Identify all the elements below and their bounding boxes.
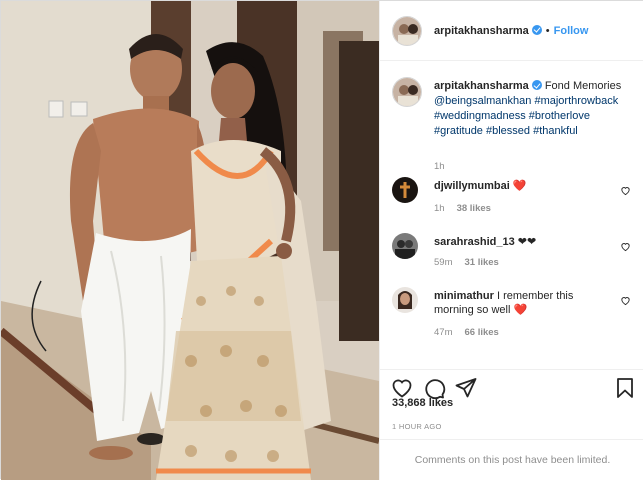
- comments-list[interactable]: arpitakhansharma Fond Memories @beingsal…: [380, 61, 643, 369]
- caption-time[interactable]: 1h: [434, 161, 445, 172]
- verified-badge-icon: [531, 80, 542, 90]
- comment-meta: 1h 38 likes: [434, 203, 491, 214]
- post-timestamp[interactable]: 1 HOUR AGO: [392, 422, 442, 431]
- comment-avatar-image: [392, 287, 418, 313]
- hashtag-link[interactable]: #thankful: [533, 125, 578, 137]
- hashtag-link[interactable]: #gratitude: [434, 125, 483, 137]
- comments-limited-notice: Comments on this post have been limited.: [380, 439, 643, 480]
- caption-text: Fond Memories: [544, 80, 622, 92]
- post-frame: arpitakhansharma • Follow arpitakhanshar…: [0, 0, 643, 480]
- comment-item: minimathur I remember this morning so we…: [392, 287, 637, 343]
- comment-username[interactable]: djwillymumbai: [434, 180, 510, 192]
- avatar[interactable]: [392, 15, 422, 46]
- comment-likes[interactable]: 66 likes: [464, 327, 498, 338]
- comment-text-block: minimathur I remember this morning so we…: [434, 289, 604, 317]
- comment-username[interactable]: sarahrashid_13: [434, 236, 515, 248]
- comment-avatar[interactable]: [392, 233, 418, 259]
- header-username[interactable]: arpitakhansharma: [434, 24, 542, 37]
- comment-text-block: sarahrashid_13 ❤❤: [434, 235, 604, 249]
- caption-text-block: arpitakhansharma Fond Memories @beingsal…: [434, 79, 634, 139]
- caption-username[interactable]: arpitakhansharma: [434, 80, 529, 92]
- hashtag-link[interactable]: @beingsalmankhan: [434, 95, 531, 107]
- comment-item: djwillymumbai ❤️ 1h 38 likes: [392, 177, 637, 217]
- comment-avatar-image: [392, 177, 418, 203]
- hashtag-link[interactable]: #brotherlove: [529, 110, 590, 122]
- comment-item: sarahrashid_13 ❤❤ 59m 31 likes: [392, 233, 637, 273]
- comment-avatar-image: [392, 233, 418, 259]
- hashtag-link[interactable]: #weddingmadness: [434, 110, 526, 122]
- comment-time[interactable]: 1h: [434, 203, 445, 214]
- paper-plane-icon[interactable]: [454, 376, 478, 400]
- caption-avatar-image: [393, 78, 421, 106]
- hashtag-link[interactable]: #blessed: [486, 125, 530, 137]
- photo-illustration: [1, 1, 379, 480]
- comment-like-heart-icon[interactable]: [620, 185, 631, 196]
- comment-like-heart-icon[interactable]: [620, 241, 631, 252]
- comment-text: ❤❤: [517, 236, 537, 248]
- caption-avatar[interactable]: [392, 77, 422, 107]
- likes-count[interactable]: 33,868 likes: [392, 397, 453, 409]
- bookmark-icon[interactable]: [613, 376, 637, 400]
- comment-username[interactable]: minimathur: [434, 290, 494, 302]
- follow-button[interactable]: Follow: [554, 25, 589, 37]
- comment-meta: 59m 31 likes: [434, 257, 499, 268]
- comment-text-block: djwillymumbai ❤️: [434, 179, 604, 193]
- comment-time[interactable]: 47m: [434, 327, 452, 338]
- comment-like-heart-icon[interactable]: [620, 295, 631, 306]
- comment-avatar[interactable]: [392, 177, 418, 203]
- comment-avatar[interactable]: [392, 287, 418, 313]
- header-separator: •: [545, 24, 550, 37]
- comment-time[interactable]: 59m: [434, 257, 452, 268]
- post-photo[interactable]: [1, 1, 379, 480]
- comment-meta: 47m 66 likes: [434, 327, 499, 338]
- hashtag-link[interactable]: #majorthrowback: [534, 95, 618, 107]
- comment-text: ❤️: [512, 180, 527, 192]
- post-sidebar: arpitakhansharma • Follow arpitakhanshar…: [379, 1, 643, 480]
- comment-likes[interactable]: 38 likes: [457, 203, 491, 214]
- header-username-text[interactable]: arpitakhansharma: [434, 25, 529, 37]
- comment-likes[interactable]: 31 likes: [464, 257, 498, 268]
- post-header: arpitakhansharma • Follow: [380, 1, 643, 61]
- verified-badge-icon: [531, 24, 542, 35]
- avatar-image: [393, 16, 421, 45]
